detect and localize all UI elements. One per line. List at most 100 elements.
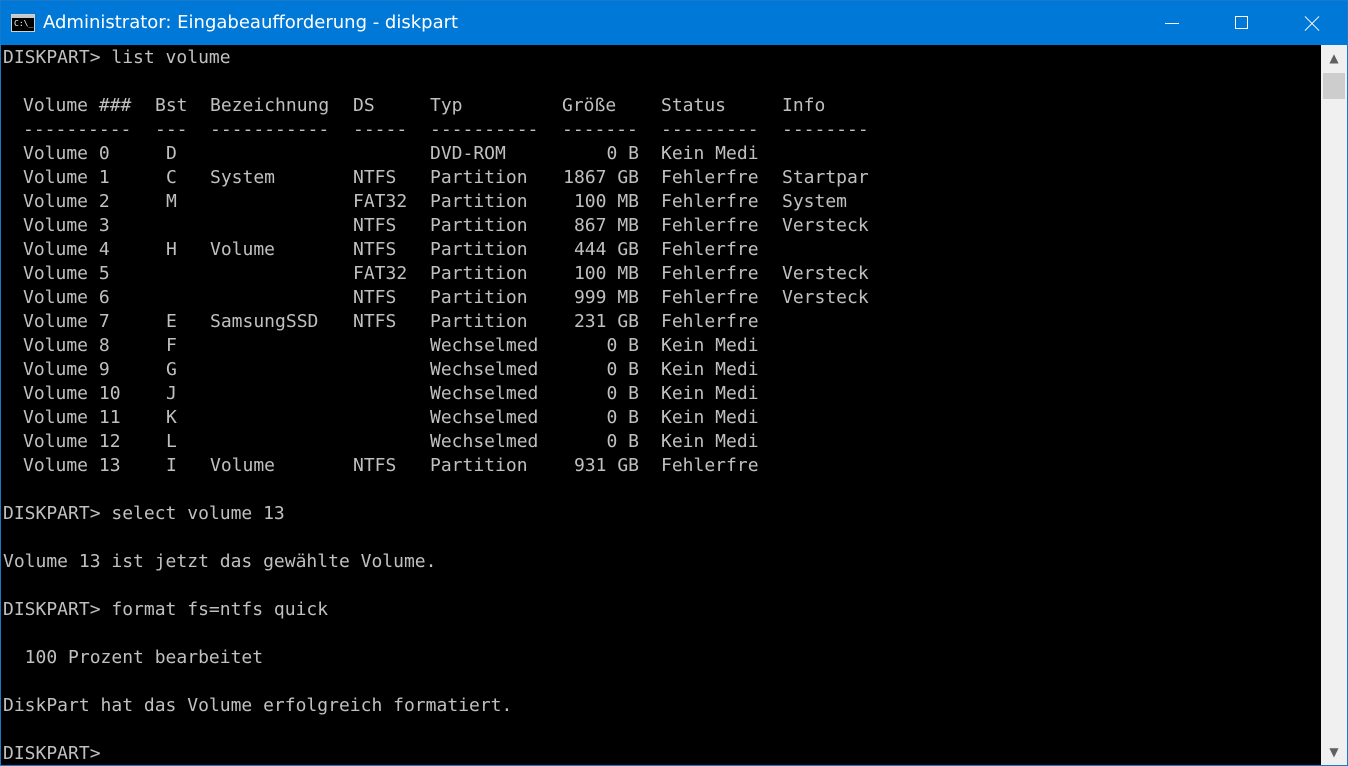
scroll-thumb[interactable] xyxy=(1323,73,1345,99)
cell-typ: Partition xyxy=(430,311,528,332)
command-line: DISKPART> format fs=ntfs quick xyxy=(3,599,329,620)
cell-bst: E xyxy=(166,311,177,332)
cell-status: Fehlerfre xyxy=(661,167,759,188)
cell-groesse: 0 B xyxy=(606,431,639,452)
cell-volume: Volume 6 xyxy=(23,287,110,308)
cell-volume: Volume 5 xyxy=(23,263,110,284)
cell-bst: C xyxy=(166,167,177,188)
cell-groesse: 931 GB xyxy=(573,455,639,476)
cell-volume: ---------- xyxy=(23,119,132,140)
cell-status: Kein Medi xyxy=(661,407,759,428)
table-row: Volume 6 NTFS Partition 999 MB Fehlerfre Vers… xyxy=(1,286,1001,310)
cell-bezeichnung: ----------- xyxy=(210,119,330,140)
cell-volume: Volume 12 xyxy=(23,431,121,452)
table-row: Volume 5 FAT32 Partition 100 MB Fehlerfre Ver… xyxy=(1,262,1001,286)
cell-bst: L xyxy=(166,431,177,452)
cell-status: Kein Medi xyxy=(661,335,759,356)
cell-bst: I xyxy=(166,455,177,476)
cmd-app-icon[interactable]: C:\_ xyxy=(11,14,35,32)
cell-bst: J xyxy=(166,383,177,404)
cell-info: Startpar xyxy=(782,167,869,188)
cell-typ: Wechselmed xyxy=(430,383,539,404)
cell-info: System xyxy=(782,191,848,212)
cell-groesse: 999 MB xyxy=(573,287,639,308)
cell-groesse: 867 MB xyxy=(573,215,639,236)
cell-ds: NTFS xyxy=(353,215,397,236)
cell-groesse: 100 MB xyxy=(573,191,639,212)
cell-volume: Volume ### xyxy=(23,95,132,116)
cell-volume: Volume 7 xyxy=(23,311,110,332)
cell-typ: DVD-ROM xyxy=(430,143,506,164)
cell-bezeichnung: Volume xyxy=(210,239,276,260)
cell-info: Info xyxy=(782,95,826,116)
scroll-up-arrow-icon[interactable]: ▲ xyxy=(1321,45,1347,71)
cell-ds: NTFS xyxy=(353,311,397,332)
cell-ds: NTFS xyxy=(353,167,397,188)
cell-typ: Partition xyxy=(430,455,528,476)
cell-ds: DS xyxy=(353,95,375,116)
cell-groesse: 1867 GB xyxy=(563,167,639,188)
vertical-scrollbar[interactable]: ▲ ▼ xyxy=(1321,45,1347,765)
cell-typ: Partition xyxy=(430,263,528,284)
table-row: Volume 9 G Wechselmed 0 B Kein Medi xyxy=(1,358,1001,382)
command-line: DISKPART> list volume xyxy=(3,47,231,68)
cell-typ: Partition xyxy=(430,191,528,212)
table-row: Volume 0 D DVD-ROM 0 B Kein Medi xyxy=(1,142,1001,166)
cell-volume: Volume 9 xyxy=(23,359,110,380)
table-header: Volume ### Bst Bezeichnung DS Typ Größe Status… xyxy=(1,94,1001,118)
cell-groesse: 0 B xyxy=(606,407,639,428)
cell-groesse: Größe xyxy=(562,95,617,116)
cell-bezeichnung: Bezeichnung xyxy=(210,95,330,116)
cell-typ: Partition xyxy=(430,287,528,308)
maximize-button[interactable] xyxy=(1207,1,1277,45)
cell-info: Versteck xyxy=(782,287,869,308)
cell-status: Kein Medi xyxy=(661,383,759,404)
cell-status: Fehlerfre xyxy=(661,263,759,284)
cell-bezeichnung: Volume xyxy=(210,455,276,476)
cell-ds: ----- xyxy=(353,119,408,140)
table-row: Volume 12 L Wechselmed 0 B Kein Medi xyxy=(1,430,1001,454)
minimize-icon xyxy=(1165,23,1179,24)
cell-status: Kein Medi xyxy=(661,143,759,164)
cell-typ: Partition xyxy=(430,239,528,260)
cell-typ: Wechselmed xyxy=(430,359,539,380)
cell-typ: Wechselmed xyxy=(430,431,539,452)
cell-bst: D xyxy=(166,143,177,164)
output-line: 100 Prozent bearbeitet xyxy=(3,647,264,668)
cell-groesse: ------- xyxy=(562,119,638,140)
cell-volume: Volume 10 xyxy=(23,383,121,404)
app-icon-label: C:\_ xyxy=(14,19,34,28)
title-bar[interactable]: C:\_ Administrator: Eingabeaufforderung … xyxy=(1,1,1347,45)
table-row: Volume 1 C System NTFS Partition 1867 GB Fehle… xyxy=(1,166,1001,190)
cell-typ: Partition xyxy=(430,215,528,236)
minimize-button[interactable] xyxy=(1137,1,1207,45)
cell-volume: Volume 2 xyxy=(23,191,110,212)
table-row: Volume 10 J Wechselmed 0 B Kein Medi xyxy=(1,382,1001,406)
cell-ds: FAT32 xyxy=(353,263,408,284)
output-line: DiskPart hat das Volume erfolgreich form… xyxy=(3,695,513,716)
cell-typ: ---------- xyxy=(430,119,539,140)
cell-status: Fehlerfre xyxy=(661,191,759,212)
cell-status: Status xyxy=(661,95,727,116)
cell-ds: NTFS xyxy=(353,239,397,260)
table-row: Volume 3 NTFS Partition 867 MB Fehlerfre Vers… xyxy=(1,214,1001,238)
cell-groesse: 231 GB xyxy=(573,311,639,332)
table-row: Volume 4 H Volume NTFS Partition 444 GB Fehler… xyxy=(1,238,1001,262)
close-icon xyxy=(1304,15,1320,31)
cell-bst: K xyxy=(166,407,177,428)
close-button[interactable] xyxy=(1277,1,1347,45)
cell-ds: NTFS xyxy=(353,287,397,308)
window-title: Administrator: Eingabeaufforderung - dis… xyxy=(43,12,459,33)
console-output[interactable]: DISKPART> list volume Volume ### Bst Bezeic… xyxy=(1,45,1321,765)
cell-volume: Volume 11 xyxy=(23,407,121,428)
cell-bezeichnung: System xyxy=(210,167,276,188)
cell-status: Fehlerfre xyxy=(661,455,759,476)
cell-groesse: 0 B xyxy=(606,383,639,404)
scroll-down-arrow-icon[interactable]: ▼ xyxy=(1321,739,1347,765)
cell-typ: Typ xyxy=(430,95,463,116)
cell-groesse: 0 B xyxy=(606,143,639,164)
cell-typ: Partition xyxy=(430,167,528,188)
table-row: Volume 11 K Wechselmed 0 B Kein Medi xyxy=(1,406,1001,430)
cell-bst: Bst xyxy=(155,95,188,116)
cell-info: -------- xyxy=(782,119,869,140)
